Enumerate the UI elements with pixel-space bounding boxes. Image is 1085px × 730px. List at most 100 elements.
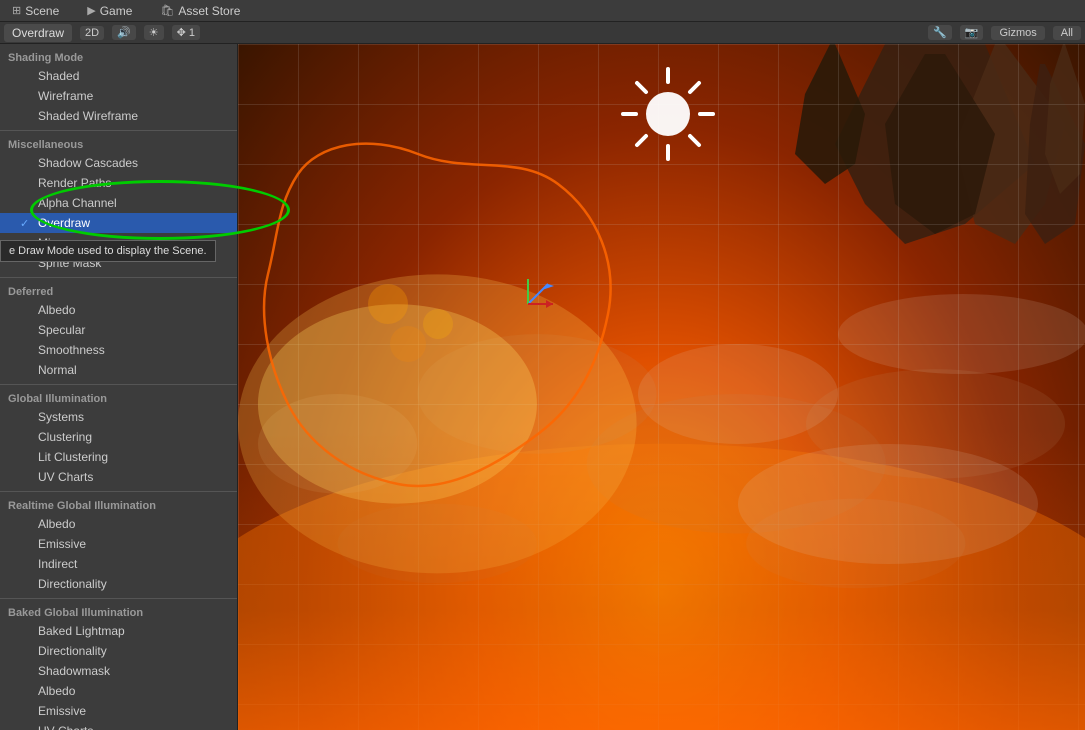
specular-label: Specular <box>38 323 85 337</box>
move-button[interactable]: ✥ 1 <box>172 25 200 40</box>
sound-icon: 🔊 <box>117 26 131 39</box>
smoothness-label: Smoothness <box>38 343 105 357</box>
menu-item-bgi-emissive[interactable]: Emissive <box>0 701 237 721</box>
check-gi-uv <box>20 471 34 483</box>
shading-mode-header: Shading Mode <box>0 48 237 66</box>
tab-asset-store[interactable]: 🛍 Asset Store <box>154 2 246 20</box>
check-rgi-emissive <box>20 538 34 550</box>
draw-mode-button[interactable]: Overdraw <box>4 24 72 42</box>
2d-label: 2D <box>85 27 99 39</box>
normal-label: Normal <box>38 363 77 377</box>
menu-item-clustering[interactable]: Clustering <box>0 427 237 447</box>
bgi-uv-charts-label: UV Charts <box>38 724 93 730</box>
lit-clustering-label: Lit Clustering <box>38 450 108 464</box>
wrench-icon: 🔧 <box>933 26 947 39</box>
menu-item-shadowmask[interactable]: Shadowmask <box>0 661 237 681</box>
menu-item-indirect[interactable]: Indirect <box>0 554 237 574</box>
menu-item-normal[interactable]: Normal <box>0 360 237 380</box>
rgi-directionality-label: Directionality <box>38 577 107 591</box>
menu-item-lit-clustering[interactable]: Lit Clustering <box>0 447 237 467</box>
bgi-directionality-label: Directionality <box>38 644 107 658</box>
check-sprite-mask <box>20 257 34 269</box>
menu-item-shaded[interactable]: Shaded <box>0 66 237 86</box>
menu-item-sprite-mask[interactable]: Sprite Mask <box>0 253 237 273</box>
layer-count: 1 <box>189 27 195 39</box>
menu-item-deferred-albedo[interactable]: Albedo <box>0 300 237 320</box>
light-button[interactable]: ☀ <box>144 25 164 40</box>
realtime-gi-header: Realtime Global Illumination <box>0 496 237 514</box>
divider-5 <box>0 598 237 599</box>
check-shaded-wireframe <box>20 110 34 122</box>
tab-scene[interactable]: ⊞ Scene <box>6 2 65 20</box>
draw-mode-dropdown: Shading Mode Shaded Wireframe Shaded Wir… <box>0 44 238 730</box>
menu-item-mipmaps[interactable]: Mipmaps <box>0 233 237 253</box>
check-rgi-albedo <box>20 518 34 530</box>
miscellaneous-header: Miscellaneous <box>0 135 237 153</box>
deferred-albedo-label: Albedo <box>38 303 75 317</box>
check-shadowmask <box>20 665 34 677</box>
baked-gi-header: Baked Global Illumination <box>0 603 237 621</box>
menu-item-alpha-channel[interactable]: Alpha Channel <box>0 193 237 213</box>
check-rgi-dir <box>20 578 34 590</box>
rgi-albedo-label: Albedo <box>38 517 75 531</box>
divider-3 <box>0 384 237 385</box>
menu-item-baked-lightmap[interactable]: Baked Lightmap <box>0 621 237 641</box>
menu-item-rgi-albedo[interactable]: Albedo <box>0 514 237 534</box>
menu-item-rgi-emissive[interactable]: Emissive <box>0 534 237 554</box>
menu-item-wireframe[interactable]: Wireframe <box>0 86 237 106</box>
all-button[interactable]: All <box>1053 26 1081 40</box>
menu-item-specular[interactable]: Specular <box>0 320 237 340</box>
game-icon: ▶ <box>87 4 95 17</box>
menu-item-shaded-wireframe[interactable]: Shaded Wireframe <box>0 106 237 126</box>
check-mipmaps <box>20 237 34 249</box>
check-render <box>20 177 34 189</box>
deferred-header: Deferred <box>0 282 237 300</box>
check-alpha <box>20 197 34 209</box>
top-bar: ⊞ Scene ▶ Game 🛍 Asset Store <box>0 0 1085 22</box>
tab-game[interactable]: ▶ Game <box>81 2 138 20</box>
menu-item-render-paths[interactable]: Render Paths <box>0 173 237 193</box>
check-baked-lightmap <box>20 625 34 637</box>
baked-lightmap-label: Baked Lightmap <box>38 624 125 638</box>
menu-item-gi-uv-charts[interactable]: UV Charts <box>0 467 237 487</box>
check-wireframe <box>20 90 34 102</box>
menu-item-bgi-uv-charts[interactable]: UV Charts <box>0 721 237 730</box>
gi-header: Global Illumination <box>0 389 237 407</box>
tab-game-label: Game <box>100 4 133 18</box>
check-shadow <box>20 157 34 169</box>
wrench-button[interactable]: 🔧 <box>928 25 952 40</box>
clustering-label: Clustering <box>38 430 92 444</box>
divider-4 <box>0 491 237 492</box>
camera-button[interactable]: 📷 <box>960 25 984 40</box>
scene-view[interactable] <box>238 44 1085 730</box>
bottom-fire <box>238 430 1085 730</box>
check-clustering <box>20 431 34 443</box>
tab-scene-label: Scene <box>25 4 59 18</box>
menu-item-shadow-cascades[interactable]: Shadow Cascades <box>0 153 237 173</box>
indirect-label: Indirect <box>38 557 77 571</box>
check-bgi-albedo <box>20 685 34 697</box>
check-specular <box>20 324 34 336</box>
check-systems <box>20 411 34 423</box>
check-bgi-uv <box>20 725 34 730</box>
check-bgi-dir <box>20 645 34 657</box>
overdraw-label: Overdraw <box>38 216 90 230</box>
menu-item-systems[interactable]: Systems <box>0 407 237 427</box>
bgi-emissive-label: Emissive <box>38 704 86 718</box>
menu-item-overdraw[interactable]: ✓ Overdraw <box>0 213 237 233</box>
wireframe-label: Wireframe <box>38 89 93 103</box>
check-bgi-emissive <box>20 705 34 717</box>
shaded-label: Shaded <box>38 69 79 83</box>
systems-label: Systems <box>38 410 84 424</box>
sound-button[interactable]: 🔊 <box>112 25 136 40</box>
check-smoothness <box>20 344 34 356</box>
render-paths-label: Render Paths <box>38 176 111 190</box>
gizmos-button[interactable]: Gizmos <box>991 26 1044 40</box>
menu-item-smoothness[interactable]: Smoothness <box>0 340 237 360</box>
2d-button[interactable]: 2D <box>80 26 104 40</box>
divider-1 <box>0 130 237 131</box>
menu-item-bgi-directionality[interactable]: Directionality <box>0 641 237 661</box>
menu-item-rgi-directionality[interactable]: Directionality <box>0 574 237 594</box>
menu-item-bgi-albedo[interactable]: Albedo <box>0 681 237 701</box>
shadowmask-label: Shadowmask <box>38 664 110 678</box>
